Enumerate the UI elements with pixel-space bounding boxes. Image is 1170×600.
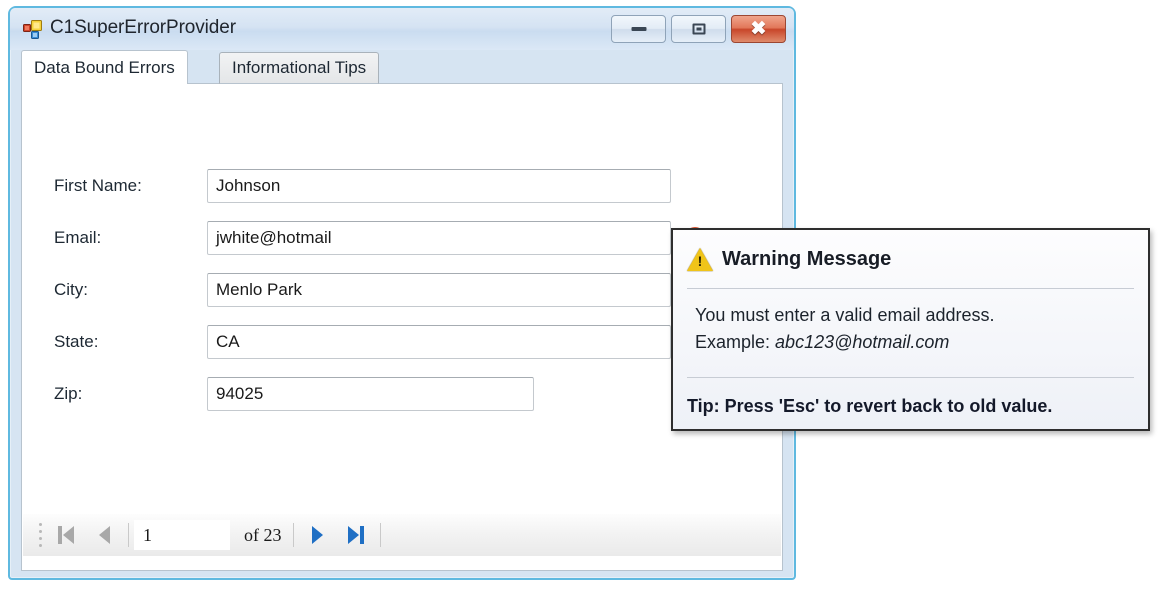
tab-panel-data-bound-errors: First Name: Johnson Email: jwhite@hotmai…	[21, 83, 783, 571]
form-row-first-name: First Name: Johnson	[22, 169, 782, 203]
nav-separator	[292, 523, 294, 547]
next-record-icon	[312, 526, 323, 544]
form-row-zip: Zip: 94025	[22, 377, 782, 411]
tooltip-header: Warning Message	[673, 230, 1148, 288]
last-record-icon	[347, 526, 364, 544]
label-first-name: First Name:	[54, 176, 142, 195]
form-row-city: City: Menlo Park	[22, 273, 782, 307]
input-first-name[interactable]: Johnson	[207, 169, 671, 203]
label-state: State:	[54, 332, 99, 351]
minimize-button[interactable]	[611, 15, 666, 43]
first-record-icon	[58, 526, 74, 544]
tooltip-body-line-1: You must enter a valid email address.	[695, 305, 995, 325]
tooltip-example-value: abc123@hotmail.com	[775, 332, 950, 352]
label-email: Email:	[54, 228, 102, 247]
label-city: City:	[54, 280, 88, 299]
tooltip-divider-top	[687, 288, 1134, 289]
tooltip-body: You must enter a valid email address. Ex…	[695, 302, 1134, 356]
input-city[interactable]: Menlo Park	[207, 273, 671, 307]
warning-triangle-icon	[687, 247, 713, 271]
input-email[interactable]: jwhite@hotmail	[207, 221, 671, 255]
component-icon	[23, 20, 43, 39]
nav-separator	[379, 523, 381, 547]
minimize-icon	[631, 27, 646, 31]
close-icon: ✖	[750, 18, 767, 40]
screenshot-root: C1SuperErrorProvider ✖ Data Bound Errors	[0, 0, 1170, 600]
window-controls: ✖	[611, 15, 786, 43]
previous-record-icon	[98, 526, 110, 544]
last-record-button[interactable]	[337, 518, 375, 552]
form-row-email: Email: jwhite@hotmail !	[22, 221, 782, 255]
nav-separator	[128, 523, 129, 547]
page-number-input[interactable]: 1	[134, 520, 230, 550]
tooltip-footer-tip: Tip: Press 'Esc' to revert back to old v…	[687, 396, 1053, 416]
tooltip-divider-bottom	[687, 377, 1134, 378]
tooltip-title: Warning Message	[722, 247, 892, 270]
next-record-button[interactable]	[299, 518, 337, 552]
tab-label: Data Bound Errors	[34, 57, 175, 77]
drag-grip-icon[interactable]	[33, 522, 47, 548]
previous-record-button[interactable]	[85, 518, 123, 552]
input-zip[interactable]: 94025	[207, 377, 534, 411]
window-title: C1SuperErrorProvider	[50, 17, 236, 38]
first-record-button[interactable]	[47, 518, 85, 552]
label-zip: Zip:	[54, 384, 83, 403]
record-navigator: 1 of 23	[23, 514, 781, 556]
title-bar[interactable]: C1SuperErrorProvider ✖	[10, 8, 794, 50]
close-button[interactable]: ✖	[731, 15, 786, 43]
maximize-icon	[692, 23, 705, 35]
tooltip-body-line-2: Example: abc123@hotmail.com	[695, 329, 1134, 356]
maximize-button[interactable]	[671, 15, 726, 43]
form-row-state: State: CA	[22, 325, 782, 359]
tooltip-example-prefix: Example:	[695, 332, 776, 352]
warning-tooltip: Warning Message You must enter a valid e…	[671, 228, 1150, 431]
record-count-label: of 23	[244, 524, 282, 545]
tab-data-bound-errors[interactable]: Data Bound Errors	[21, 50, 188, 84]
input-state[interactable]: CA	[207, 325, 671, 359]
tab-label: Informational Tips	[232, 58, 367, 77]
tab-informational-tips[interactable]: Informational Tips	[219, 52, 380, 84]
tab-strip: Data Bound Errors Informational Tips	[21, 50, 783, 84]
